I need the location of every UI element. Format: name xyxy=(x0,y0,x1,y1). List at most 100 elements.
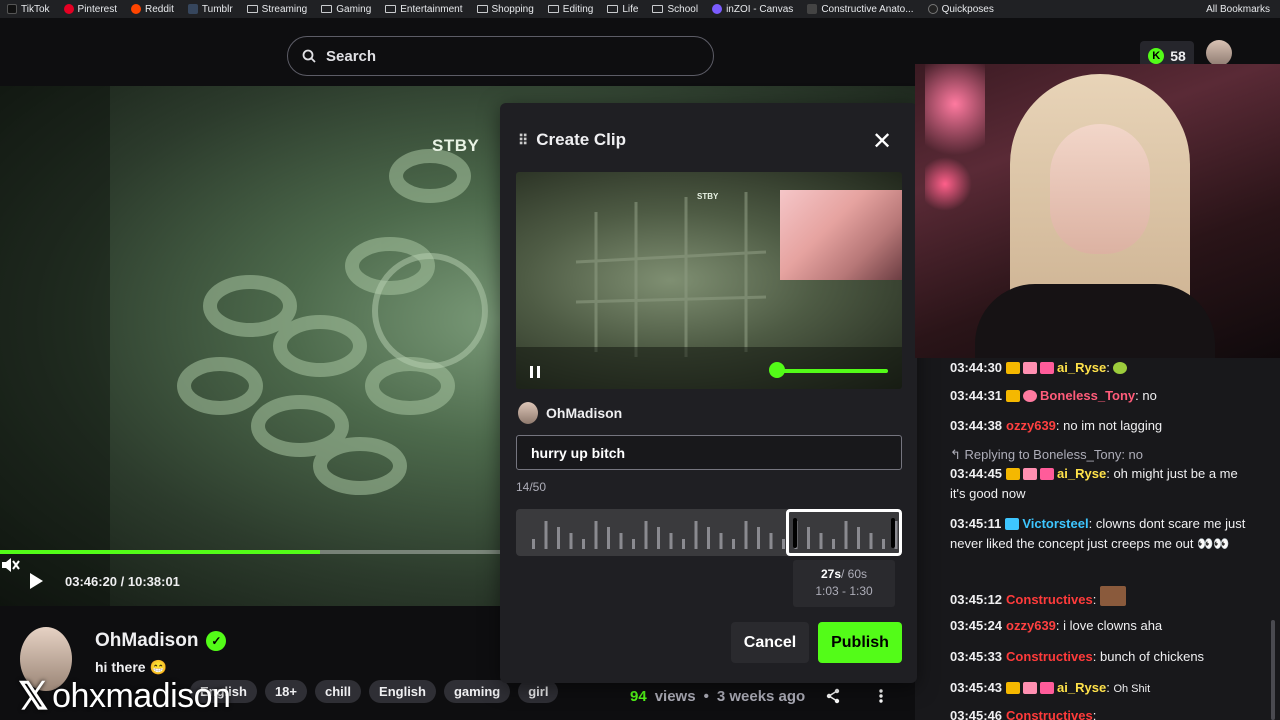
chat-message[interactable]: 03:45:12 Constructives: xyxy=(950,586,1250,610)
candy-badge-icon xyxy=(1023,468,1038,480)
volume-slider-knob[interactable] xyxy=(769,362,785,378)
chat-message[interactable]: 03:44:31 Boneless_Tony: no xyxy=(950,386,1250,406)
folder-icon xyxy=(547,5,559,13)
gift-badge-icon xyxy=(1040,682,1055,694)
chat-message[interactable]: 03:45:11 Victorsteel: clowns dont scare m… xyxy=(950,514,1250,554)
bookmark-editing[interactable]: Editing xyxy=(541,4,601,15)
clip-range-selector[interactable] xyxy=(786,509,902,556)
search-placeholder: Search xyxy=(326,47,377,65)
chat-message[interactable]: 03:45:43 ai_Ryse: Oh Shit xyxy=(950,678,1250,699)
kick-logo-icon: K xyxy=(1148,48,1165,64)
clip-duration: 27s xyxy=(820,567,841,581)
bookmark-life[interactable]: Life xyxy=(600,4,645,15)
gift-badge-icon xyxy=(1040,362,1055,374)
webcam-feed xyxy=(915,64,1280,358)
waveform-bar xyxy=(769,533,773,549)
chat-message[interactable]: 03:44:30 ai_Ryse: xyxy=(950,358,1250,378)
publish-button[interactable]: Publish xyxy=(818,622,902,663)
waveform-bar xyxy=(607,527,610,549)
reply-arrow-icon: ↰ xyxy=(950,447,965,462)
clip-title-input[interactable] xyxy=(516,435,902,470)
verified-badge-icon: ✓ xyxy=(206,631,227,651)
clip-duration-info: 27s/ 60s 1:03 - 1:30 xyxy=(793,560,895,607)
video-overlay-text: STBY xyxy=(432,136,480,155)
chat-message[interactable]: 03:45:46 Constructives: xyxy=(950,706,1250,720)
waveform-bar xyxy=(719,533,723,549)
bookmark-school[interactable]: School xyxy=(645,4,705,15)
close-icon[interactable]: ✕ xyxy=(872,127,892,156)
video-age: 3 weeks ago xyxy=(716,688,806,705)
reddit-icon xyxy=(131,4,141,14)
waveform-bar xyxy=(657,527,660,549)
chat-scrollbar[interactable] xyxy=(1271,620,1275,720)
channel-name[interactable]: OhMadison xyxy=(95,630,198,652)
tag-chip[interactable]: gaming xyxy=(443,680,511,703)
folder-icon xyxy=(476,5,488,13)
bookmark-tiktok[interactable]: TikTok xyxy=(0,4,57,15)
cancel-button[interactable]: Cancel xyxy=(731,622,809,663)
video-progress-fill xyxy=(0,550,321,554)
chat-message[interactable]: 03:45:33 Constructives: bunch of chickens xyxy=(950,647,1250,667)
watermark-handle: ohxmadison xyxy=(52,677,231,715)
quickposes-icon xyxy=(927,4,938,14)
waveform-bar xyxy=(669,533,673,549)
drag-handle-icon[interactable]: ⠿ xyxy=(518,132,528,149)
waveform-bar xyxy=(682,539,685,549)
bookmark-constructive[interactable]: Constructive Anato... xyxy=(800,4,920,15)
waveform-bar xyxy=(644,521,648,549)
kick-points-count: 58 xyxy=(1170,48,1186,64)
bookmark-streaming[interactable]: Streaming xyxy=(240,4,315,15)
tag-chip[interactable]: 18+ xyxy=(264,680,308,703)
tag-chip[interactable]: English xyxy=(369,680,436,703)
folder-icon xyxy=(246,5,258,13)
x-watermark: 𝕏 ohxmadison xyxy=(18,674,231,719)
bookmark-reddit[interactable]: Reddit xyxy=(124,4,181,15)
clip-username: OhMadison xyxy=(546,405,623,421)
inzoi-icon xyxy=(712,4,723,14)
bookmarks-bar: TikTok Pinterest Reddit Tumblr Streaming… xyxy=(0,0,1280,18)
bookmark-gaming[interactable]: Gaming xyxy=(314,4,378,15)
waveform-bar xyxy=(532,539,535,549)
more-options-icon[interactable] xyxy=(874,688,888,704)
bookmark-inzoi[interactable]: inZOI - Canvas xyxy=(705,4,800,15)
waveform-bar xyxy=(594,521,598,549)
clip-timeline[interactable] xyxy=(516,509,902,556)
waveform-bar xyxy=(744,521,748,549)
chat-reply-indicator: ↰ Replying to Boneless_Tony: no xyxy=(950,447,1144,462)
crown-badge-icon xyxy=(1006,468,1021,480)
gifter-badge-icon xyxy=(1023,390,1038,402)
bookmark-tumblr[interactable]: Tumblr xyxy=(181,4,240,15)
chat-message[interactable]: 03:44:38 ozzy639: no im not lagging xyxy=(950,416,1250,436)
waveform-bar xyxy=(557,527,560,549)
volume-slider-track[interactable] xyxy=(778,369,888,373)
share-icon[interactable] xyxy=(825,688,841,704)
clip-preview[interactable]: STBY xyxy=(516,172,902,389)
candy-badge-icon xyxy=(1023,362,1038,374)
sub-badge-icon xyxy=(1005,518,1020,530)
search-input[interactable]: Search xyxy=(287,36,714,76)
tag-chip[interactable]: chill xyxy=(315,680,362,703)
pinterest-icon xyxy=(63,4,74,14)
views-count: 94 xyxy=(630,688,647,705)
waveform-bar xyxy=(694,521,698,549)
pause-icon[interactable] xyxy=(530,366,540,378)
chat-message[interactable]: 03:44:45 ai_Ryse: oh might just be a me i… xyxy=(950,464,1250,504)
clip-username-row: OhMadison xyxy=(518,402,622,424)
bookmark-shopping[interactable]: Shopping xyxy=(470,4,541,15)
webcam-lights xyxy=(925,64,985,358)
tag-chip[interactable]: girl xyxy=(518,680,559,703)
bookmark-quickposes[interactable]: Quickposes xyxy=(921,4,1001,15)
mute-icon[interactable] xyxy=(0,556,20,574)
clip-range: 1:03 - 1:30 xyxy=(815,584,873,598)
waveform-bar xyxy=(782,539,785,549)
waveform-bar xyxy=(632,539,635,549)
dot-separator: • xyxy=(703,688,709,705)
all-bookmarks[interactable]: All Bookmarks xyxy=(1201,0,1270,18)
bookmark-pinterest[interactable]: Pinterest xyxy=(57,4,124,15)
waveform-bar xyxy=(707,527,710,549)
user-avatar[interactable] xyxy=(1206,40,1232,66)
bookmark-entertainment[interactable]: Entertainment xyxy=(378,4,469,15)
chat-message[interactable]: 03:45:24 ozzy639: i love clowns aha xyxy=(950,616,1250,636)
play-icon[interactable] xyxy=(30,573,43,589)
x-logo-icon: 𝕏 xyxy=(18,676,49,718)
